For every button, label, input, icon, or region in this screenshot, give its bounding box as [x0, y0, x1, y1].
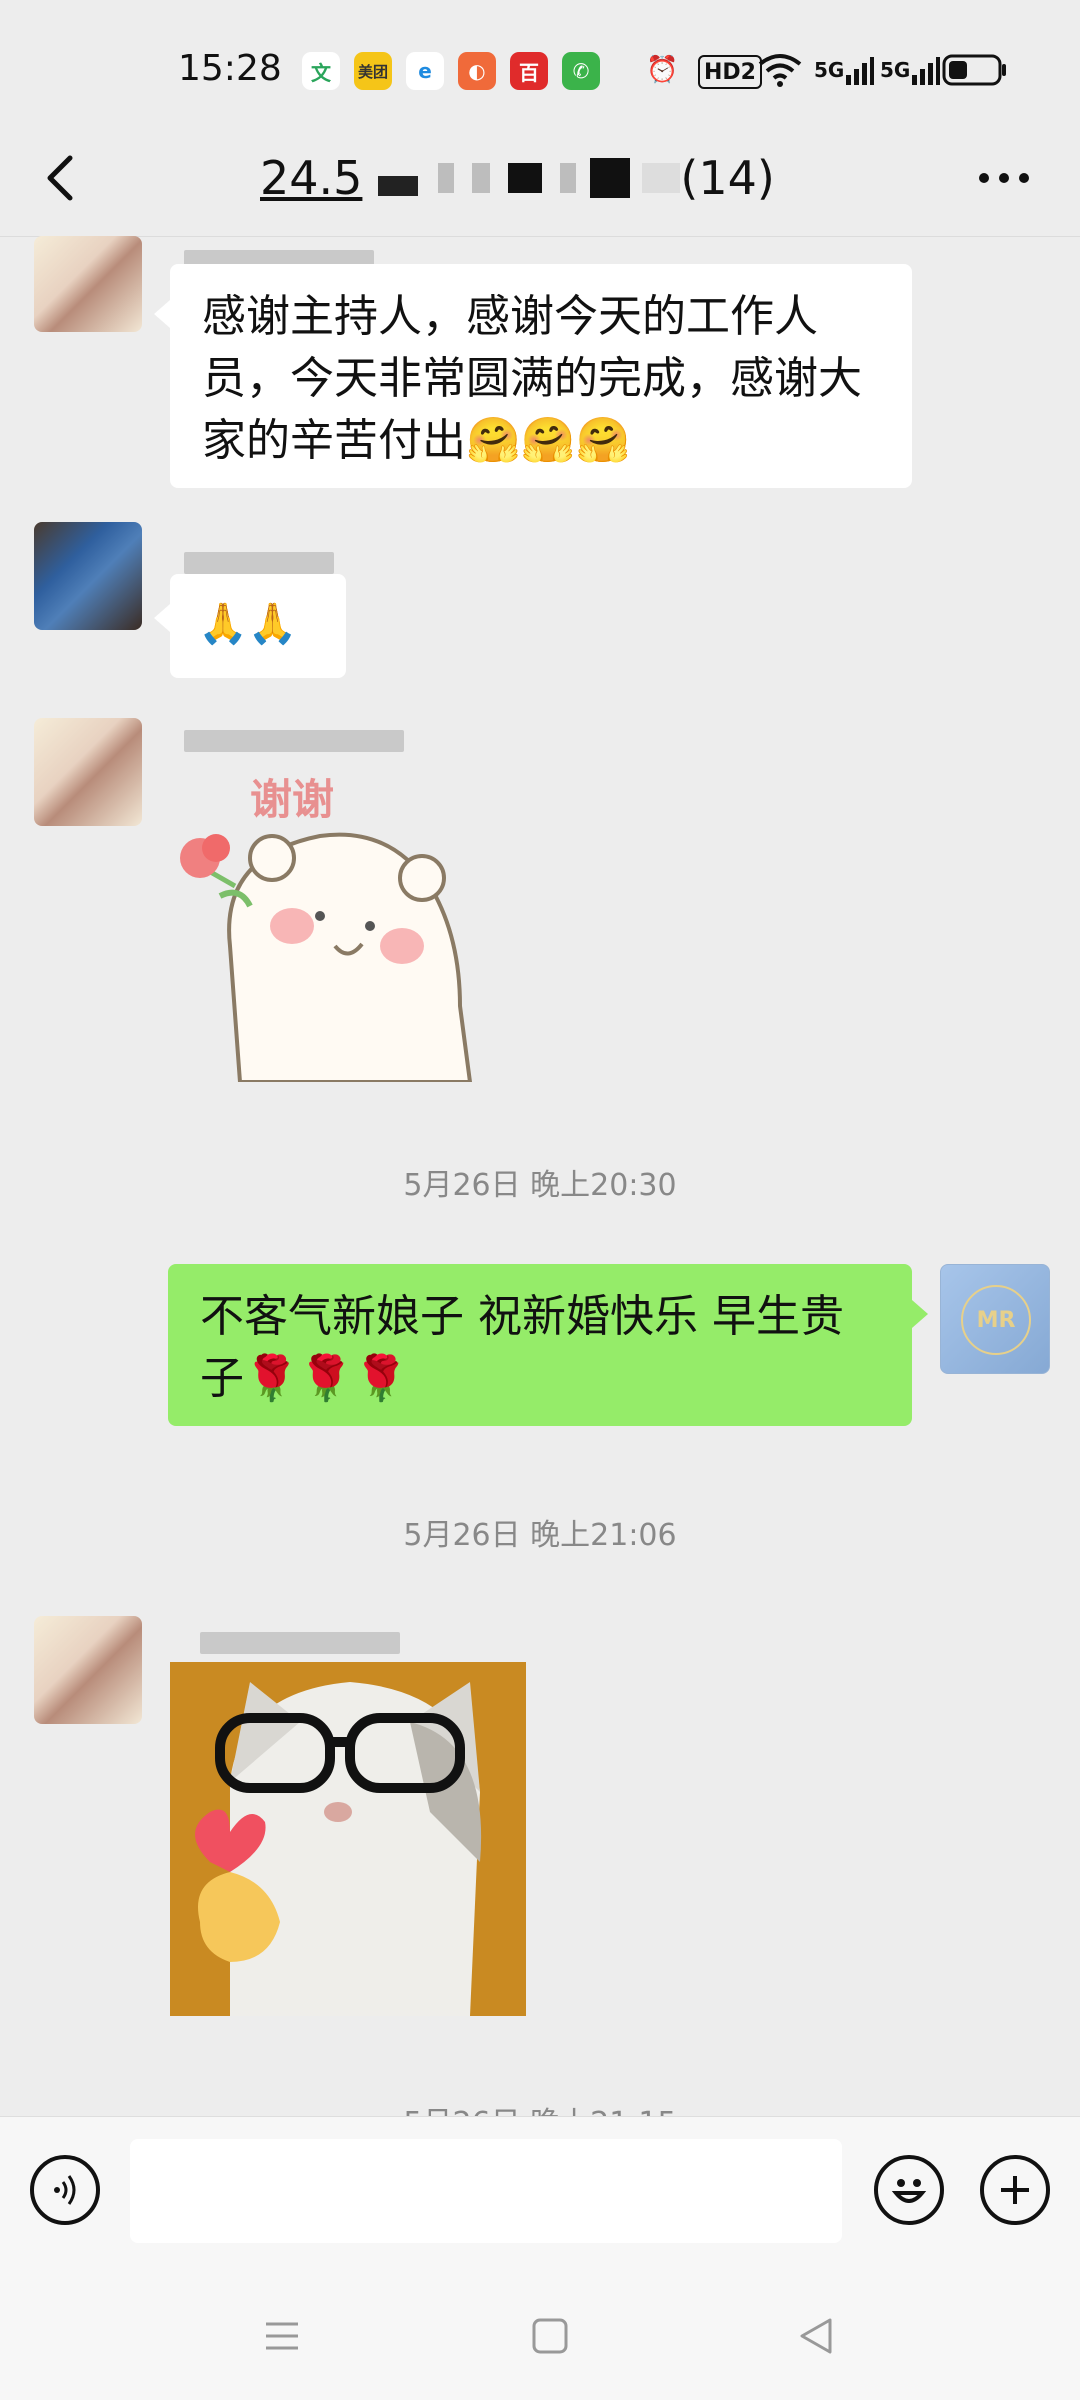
- bubble-tail: [912, 1300, 928, 1328]
- sender-nickname: [184, 730, 404, 752]
- app-icon: ◐: [458, 52, 496, 90]
- timestamp: 5月26日 晚上20:30: [403, 1168, 677, 1203]
- status-time: 15:28: [178, 48, 282, 89]
- title-prefix: 24.5: [260, 151, 363, 205]
- browser-icon: e: [406, 52, 444, 90]
- signal-5g-icon: 5G: [814, 48, 875, 92]
- message-bubble[interactable]: 感谢主持人，感谢今天的工作人员，今天非常圆满的完成，感谢大家的辛苦付出🤗🤗🤗: [170, 264, 912, 488]
- redacted-text: [560, 163, 577, 193]
- input-bar: [0, 2116, 1080, 2287]
- sender-avatar[interactable]: [34, 522, 142, 630]
- redacted-text: [438, 163, 455, 193]
- message-text: 🙏🙏: [198, 601, 298, 647]
- battery-icon: [942, 48, 1008, 92]
- bubble-tail: [154, 604, 170, 632]
- message-bubble[interactable]: 🙏🙏: [170, 574, 346, 678]
- sender-nickname: [184, 552, 334, 574]
- message-bubble-outgoing[interactable]: 不客气新娘子 祝新婚快乐 早生贵子🌹🌹🌹: [168, 1264, 912, 1426]
- message-input[interactable]: [130, 2139, 842, 2243]
- hd-icon: HD2: [698, 55, 762, 89]
- status-bar: 15:28 文 美团 e ◐ 百 ✆ ⏰ HD2 5G 5G: [0, 0, 1080, 120]
- chat-title: 24.5 (14): [260, 146, 775, 210]
- system-nav-bar: [0, 2286, 1080, 2400]
- cat-illustration: [195, 1682, 482, 2016]
- app-notification-icon: 文: [302, 52, 340, 90]
- redacted-text: [508, 163, 543, 193]
- back-button[interactable]: [40, 150, 96, 206]
- menu-icon[interactable]: [262, 2316, 302, 2367]
- back-nav-icon[interactable]: [796, 2316, 836, 2367]
- sender-avatar[interactable]: [34, 236, 142, 332]
- voice-icon[interactable]: [30, 2155, 100, 2225]
- plus-icon[interactable]: [980, 2155, 1050, 2225]
- avatar-logo: MR: [961, 1285, 1031, 1355]
- sender-avatar[interactable]: [34, 1616, 142, 1724]
- message-text: 不客气新娘子 祝新婚快乐 早生贵子🌹🌹🌹: [200, 1291, 844, 1404]
- bear-illustration: [180, 832, 473, 1082]
- sender-avatar[interactable]: [34, 718, 142, 826]
- app-icon: 百: [510, 52, 548, 90]
- redacted-text: [378, 176, 419, 196]
- sender-nickname: [200, 1632, 400, 1654]
- bear-thanks-sticker[interactable]: 谢谢: [180, 766, 500, 1082]
- home-icon[interactable]: [530, 2316, 570, 2367]
- timestamp: 5月26日 晚上21:06: [403, 1518, 677, 1553]
- alarm-icon: ⏰: [646, 55, 679, 85]
- wifi-icon: [758, 48, 802, 92]
- bubble-tail: [154, 300, 170, 328]
- more-options-button[interactable]: [976, 150, 1032, 218]
- my-avatar[interactable]: MR: [940, 1264, 1050, 1374]
- redacted-text: [590, 158, 631, 198]
- phone-icon: ✆: [562, 52, 600, 90]
- meituan-icon: 美团: [354, 52, 392, 90]
- emoji-icon[interactable]: [874, 2155, 944, 2225]
- cat-glasses-sticker[interactable]: [170, 1662, 526, 2016]
- member-count: (14): [680, 151, 775, 205]
- redacted-text: [472, 163, 491, 193]
- chat-header: 24.5 (14): [0, 120, 1080, 237]
- signal-5g-icon: 5G: [880, 48, 941, 92]
- redacted-text: [642, 163, 681, 193]
- message-text: 感谢主持人，感谢今天的工作人员，今天非常圆满的完成，感谢大家的辛苦付出🤗🤗🤗: [202, 291, 862, 466]
